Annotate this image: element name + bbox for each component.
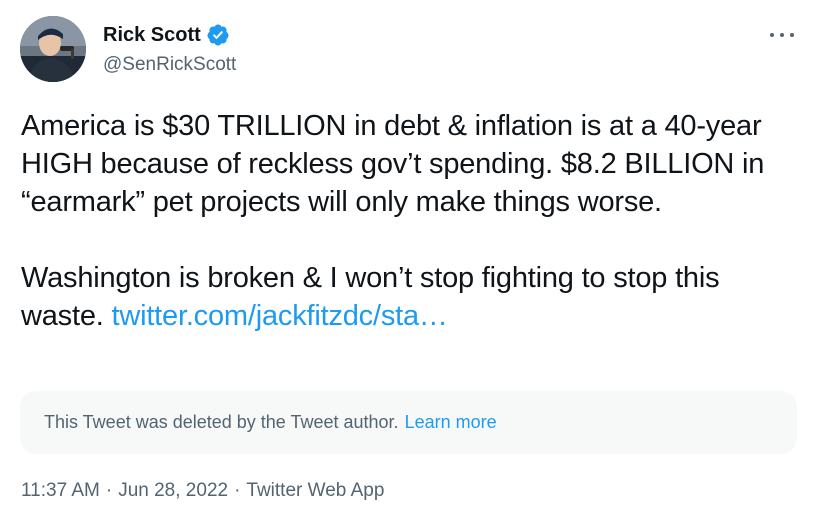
tweet-text: America is $30 TRILLION in debt & inflat… [21, 107, 791, 335]
more-dot [780, 33, 784, 37]
more-dot [790, 33, 794, 37]
tweet-metadata: 11:37 AM · Jun 28, 2022 · Twitter Web App [21, 478, 384, 504]
author-info: Rick Scott @SenRickScott [103, 22, 236, 78]
author-handle[interactable]: @SenRickScott [103, 52, 236, 78]
profile-photo-icon [20, 16, 86, 82]
author-display-name[interactable]: Rick Scott [103, 22, 201, 48]
deleted-notice-message: This Tweet was deleted by the Tweet auth… [44, 412, 399, 432]
tweet-source: Twitter Web App [246, 480, 385, 501]
tweet-date[interactable]: Jun 28, 2022 [118, 480, 228, 501]
tweet-time[interactable]: 11:37 AM [21, 480, 100, 501]
tweet-paragraph-1: America is $30 TRILLION in debt & inflat… [21, 110, 765, 218]
verified-badge-icon [206, 23, 230, 47]
deleted-tweet-notice: This Tweet was deleted by the Tweet auth… [20, 391, 797, 454]
author-avatar[interactable] [20, 16, 86, 82]
quoted-tweet-link[interactable]: twitter.com/jackfitzdc/sta… [111, 300, 447, 332]
more-dot [770, 33, 774, 37]
meta-separator: · [105, 480, 113, 501]
author-name-row: Rick Scott [103, 22, 236, 48]
tweet-paragraph-2: Washington is broken & I won’t stop figh… [21, 259, 791, 335]
meta-separator: · [234, 480, 241, 501]
more-options-icon[interactable] [770, 28, 794, 42]
learn-more-link[interactable]: Learn more [405, 412, 497, 433]
tweet-card: Rick Scott @SenRickScott America is $30 … [0, 0, 816, 526]
